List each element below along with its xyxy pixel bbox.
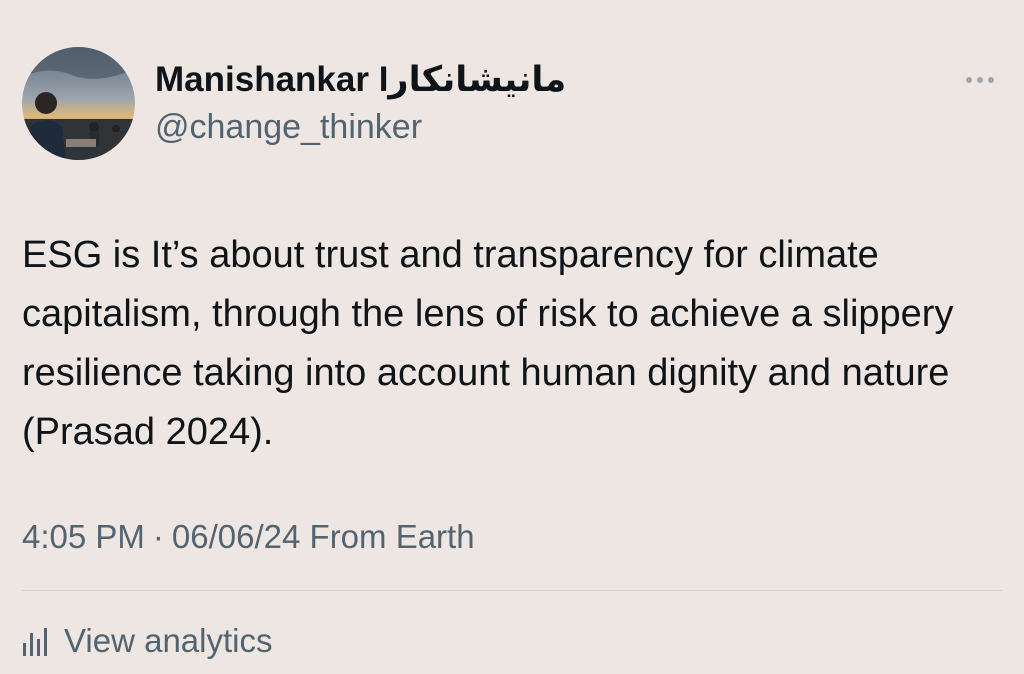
more-dot [988, 77, 994, 83]
divider [22, 590, 1002, 591]
meta-separator: · [152, 518, 164, 555]
tweet-meta: 4:05 PM · 06/06/24 From Earth [22, 518, 475, 556]
more-dot [966, 77, 972, 83]
tweet-text: ESG is It’s about trust and transparency… [22, 234, 954, 453]
view-analytics-link[interactable]: View analytics [22, 619, 273, 663]
author-avatar[interactable] [22, 47, 135, 160]
more-dot [977, 77, 983, 83]
view-analytics-label: View analytics [64, 622, 273, 659]
tweet-time[interactable]: 4:05 PM [22, 518, 145, 555]
author-display-name[interactable]: Manishankar Iمانیشانکار [155, 60, 566, 100]
avatar-photo [22, 47, 135, 160]
tweet-date-source: 06/06/24 From Earth [171, 518, 475, 555]
more-options-icon[interactable] [958, 62, 1002, 98]
author-handle[interactable]: @change_thinker [155, 108, 422, 147]
bar-chart-icon [23, 628, 47, 656]
